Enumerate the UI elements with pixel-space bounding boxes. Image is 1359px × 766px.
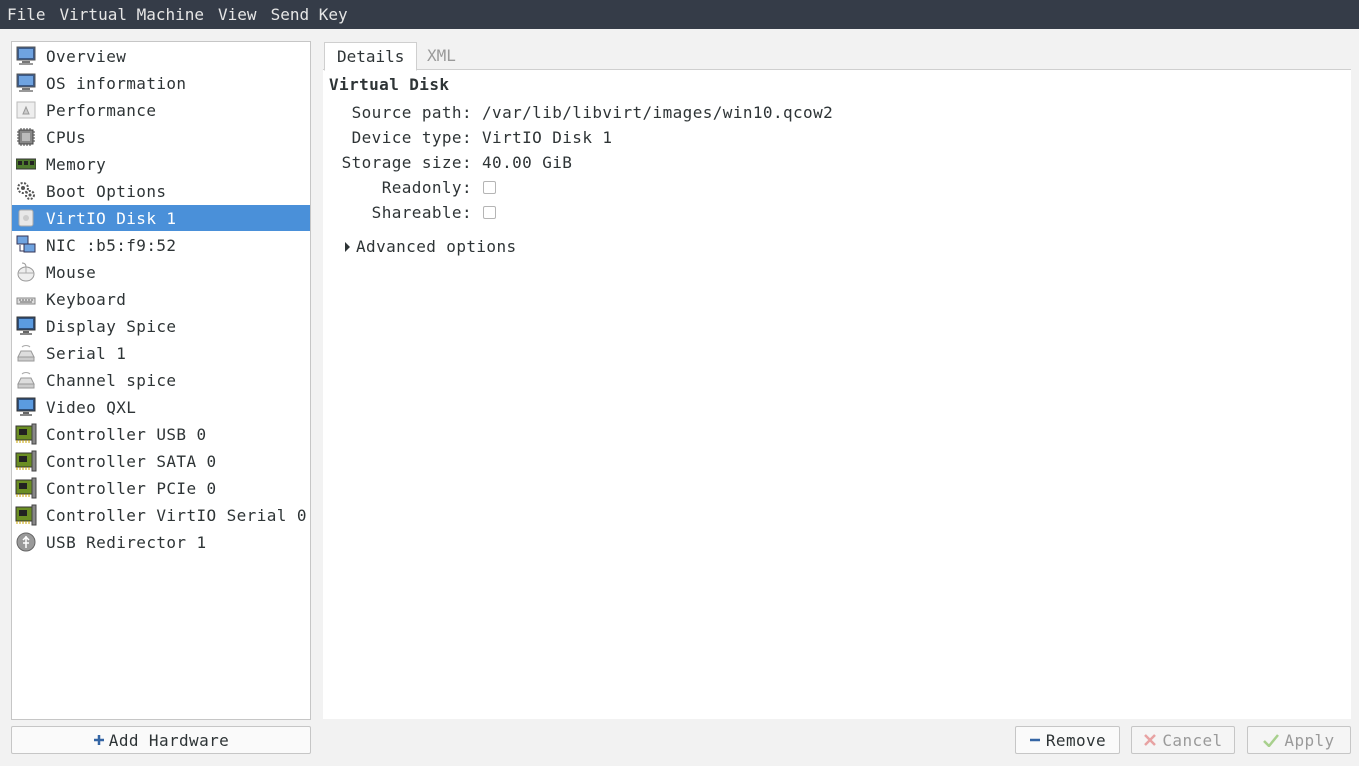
sidebar-item-virtio-disk-1[interactable]: VirtIO Disk 1	[12, 205, 310, 231]
storage-size-row: Storage size: 40.00 GiB	[323, 151, 572, 173]
device-type-label: Device type:	[351, 127, 472, 147]
sidebar-item-label: OS information	[46, 73, 187, 93]
add-hardware-button[interactable]: Add Hardware	[11, 726, 311, 754]
sidebar-item-controller-sata-0[interactable]: Controller SATA 0	[12, 448, 310, 474]
apply-label: Apply	[1284, 730, 1335, 750]
sidebar-item-boot-options[interactable]: Boot Options	[12, 178, 310, 204]
network-icon	[15, 234, 37, 256]
shareable-row: Shareable:	[323, 201, 496, 223]
sidebar-item-label: Display Spice	[46, 316, 177, 336]
sidebar-item-label: Controller VirtIO Serial 0	[46, 505, 307, 525]
cpu-icon	[15, 126, 37, 148]
sidebar-item-label: CPUs	[46, 127, 87, 147]
advanced-options-expander[interactable]: Advanced options	[345, 237, 517, 256]
performance-icon	[15, 99, 37, 121]
menu-virtual-machine[interactable]: Virtual Machine	[53, 0, 212, 29]
gears-icon	[15, 180, 37, 202]
menu-file[interactable]: File	[0, 0, 53, 29]
memory-icon	[15, 153, 37, 175]
plus-icon	[93, 734, 105, 746]
sidebar-item-label: Overview	[46, 46, 127, 66]
source-path-row: Source path: /var/lib/libvirt/images/win…	[323, 101, 833, 123]
sidebar-item-label: VirtIO Disk 1	[46, 208, 177, 228]
storage-size-value: 40.00 GiB	[482, 152, 573, 172]
sidebar-item-overview[interactable]: Overview	[12, 43, 310, 69]
disk-icon	[15, 207, 37, 229]
sidebar-item-cpus[interactable]: CPUs	[12, 124, 310, 150]
checkmark-icon	[1263, 733, 1280, 747]
device-type-value: VirtIO Disk 1	[482, 127, 613, 147]
sidebar-item-display-spice[interactable]: Display Spice	[12, 313, 310, 339]
shareable-checkbox[interactable]	[483, 205, 496, 219]
sidebar-item-controller-virtio-serial-0[interactable]: Controller VirtIO Serial 0	[12, 502, 310, 528]
sidebar-item-label: Memory	[46, 154, 107, 174]
monitor-icon	[15, 396, 37, 418]
readonly-checkbox[interactable]	[483, 180, 496, 194]
sidebar-item-label: Controller PCIe 0	[46, 478, 217, 498]
device-type-row: Device type: VirtIO Disk 1	[323, 126, 612, 148]
sidebar-item-video-qxl[interactable]: Video QXL	[12, 394, 310, 420]
advanced-options-label: Advanced options	[356, 237, 517, 256]
sidebar-item-label: Controller SATA 0	[46, 451, 217, 471]
computer-icon	[15, 45, 37, 67]
sidebar-item-keyboard[interactable]: Keyboard	[12, 286, 310, 312]
tab-details[interactable]: Details	[324, 42, 418, 71]
serial-icon	[15, 342, 37, 364]
menu-send-key[interactable]: Send Key	[264, 0, 355, 29]
sidebar-item-controller-usb-0[interactable]: Controller USB 0	[12, 421, 310, 447]
sidebar-item-memory[interactable]: Memory	[12, 151, 310, 177]
sidebar-item-label: Mouse	[46, 262, 97, 282]
controller-icon	[15, 450, 37, 472]
apply-button[interactable]: Apply	[1247, 726, 1351, 754]
cancel-label: Cancel	[1162, 730, 1223, 750]
sidebar-item-label: Video QXL	[46, 397, 137, 417]
remove-label: Remove	[1045, 730, 1107, 750]
sidebar-item-os-information[interactable]: OS information	[12, 70, 310, 96]
mouse-icon	[15, 261, 37, 283]
close-icon	[1143, 733, 1157, 747]
shareable-label: Shareable:	[371, 202, 472, 222]
menubar: File Virtual Machine View Send Key	[0, 0, 1359, 29]
source-path-value: /var/lib/libvirt/images/win10.qcow2	[482, 102, 834, 122]
sidebar-item-label: NIC :b5:f9:52	[46, 235, 177, 255]
section-title: Virtual Disk	[329, 75, 450, 94]
sidebar-item-label: Serial 1	[46, 343, 127, 363]
remove-button[interactable]: Remove	[1015, 726, 1120, 754]
source-path-label: Source path:	[351, 102, 472, 122]
sidebar-item-label: Controller USB 0	[46, 424, 207, 444]
usb-icon	[15, 531, 37, 553]
sidebar-item-label: Boot Options	[46, 181, 167, 201]
sidebar-item-performance[interactable]: Performance	[12, 97, 310, 123]
sidebar-item-controller-pcie-0[interactable]: Controller PCIe 0	[12, 475, 310, 501]
sidebar-item-label: Performance	[46, 100, 157, 120]
details-panel: Details XML Virtual Disk Source path: /v…	[323, 41, 1351, 719]
menu-view[interactable]: View	[211, 0, 264, 29]
readonly-row: Readonly:	[323, 176, 496, 198]
serial-icon	[15, 369, 37, 391]
sidebar-item-nic[interactable]: NIC :b5:f9:52	[12, 232, 310, 258]
minus-icon	[1029, 734, 1041, 746]
sidebar-item-serial-1[interactable]: Serial 1	[12, 340, 310, 366]
controller-icon	[15, 477, 37, 499]
hardware-list: Overview OS information Performance CPUs…	[11, 41, 311, 720]
controller-icon	[15, 504, 37, 526]
cancel-button[interactable]: Cancel	[1131, 726, 1235, 754]
tab-xml[interactable]: XML	[415, 42, 468, 69]
sidebar-item-usb-redirector-1[interactable]: USB Redirector 1	[12, 529, 310, 555]
add-hardware-label: Add Hardware	[108, 730, 230, 750]
computer-icon	[15, 72, 37, 94]
tab-bar: Details XML	[323, 41, 1351, 71]
storage-size-label: Storage size:	[341, 152, 472, 172]
keyboard-icon	[15, 288, 37, 310]
monitor-icon	[15, 315, 37, 337]
sidebar-item-label: Keyboard	[46, 289, 127, 309]
sidebar-item-label: USB Redirector 1	[46, 532, 207, 552]
expander-arrow-icon	[345, 241, 350, 252]
readonly-label: Readonly:	[381, 177, 472, 197]
sidebar-item-label: Channel spice	[46, 370, 177, 390]
sidebar-item-mouse[interactable]: Mouse	[12, 259, 310, 285]
sidebar-item-channel-spice[interactable]: Channel spice	[12, 367, 310, 393]
controller-icon	[15, 423, 37, 445]
